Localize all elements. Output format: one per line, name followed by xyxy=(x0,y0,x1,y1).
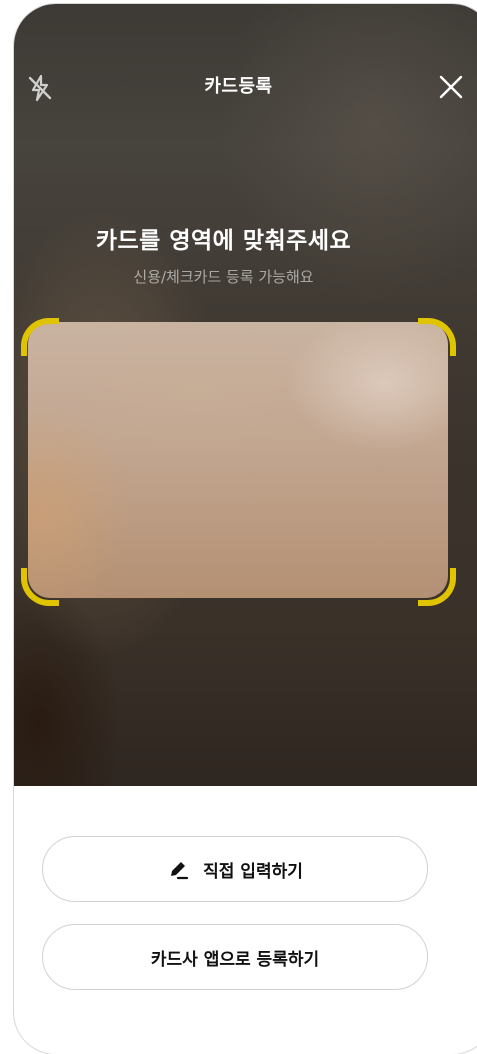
card-scan-area xyxy=(28,322,448,598)
page-title: 카드등록 xyxy=(204,76,273,97)
manual-entry-label: 직접 입력하기 xyxy=(203,861,303,882)
card-app-register-label: 카드사 앱으로 등록하기 xyxy=(150,949,320,970)
manual-entry-button[interactable]: 직접 입력하기 xyxy=(42,836,428,902)
pencil-icon xyxy=(171,862,189,880)
scan-instruction-subtext: 신용/체크카드 등록 가능해요 xyxy=(133,268,314,286)
close-icon[interactable] xyxy=(434,70,468,104)
scan-instruction-heading: 카드를 영역에 맞춰주세요 xyxy=(95,228,352,254)
card-app-register-button[interactable]: 카드사 앱으로 등록하기 xyxy=(42,924,428,990)
